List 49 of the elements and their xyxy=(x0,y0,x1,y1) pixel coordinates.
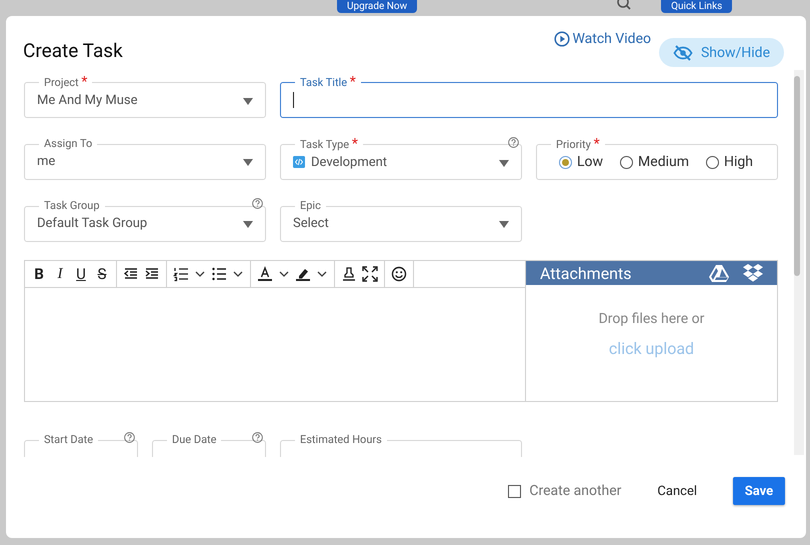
cancel-button[interactable]: Cancel xyxy=(649,478,705,504)
select-field[interactable]: Task Group Default Task Group xyxy=(24,200,266,242)
radio-group: Priority * Low Medium High xyxy=(536,138,778,180)
upgrade-button[interactable]: Upgrade Now xyxy=(337,0,418,13)
help-icon[interactable] xyxy=(252,432,263,443)
radio-option[interactable]: High xyxy=(706,154,753,170)
create-another-checkbox[interactable]: Create another xyxy=(508,483,622,499)
quick-links-button[interactable]: Quick Links xyxy=(661,0,732,13)
help-icon[interactable] xyxy=(508,137,519,148)
text-color-icon[interactable] xyxy=(257,266,273,282)
bold-button[interactable]: B xyxy=(31,266,47,282)
emoji-icon[interactable] xyxy=(391,266,407,282)
italic-button[interactable]: I xyxy=(52,266,68,282)
select-field[interactable]: Project * Me And My Muse xyxy=(24,76,266,118)
fullscreen-icon[interactable] xyxy=(362,266,378,282)
bullet-list-icon[interactable] xyxy=(211,266,227,282)
box-icon[interactable] xyxy=(743,264,763,282)
stamp-icon[interactable] xyxy=(341,266,357,282)
select-field[interactable]: Assign To me xyxy=(24,138,266,180)
help-icon[interactable] xyxy=(252,198,263,209)
scrollbar[interactable] xyxy=(794,70,804,455)
drop-hint: Drop files here or xyxy=(598,310,704,326)
input-field[interactable]: Task Title * xyxy=(280,76,778,118)
strike-button[interactable]: S xyxy=(94,266,110,282)
dropdown-arrow-icon[interactable] xyxy=(243,159,253,166)
numbered-list-icon[interactable] xyxy=(173,266,189,282)
eye-slash-icon xyxy=(672,44,693,60)
dropdown-arrow-icon[interactable] xyxy=(243,221,253,228)
underline-button[interactable]: U xyxy=(73,266,89,282)
help-icon[interactable] xyxy=(124,432,135,443)
radio-option[interactable]: Low xyxy=(559,154,604,170)
input-field[interactable]: Due Date xyxy=(152,434,266,457)
dropdown-arrow-icon[interactable] xyxy=(499,160,509,166)
highlighter-icon[interactable] xyxy=(295,266,311,282)
play-icon xyxy=(554,31,570,47)
watch-video-link[interactable]: Watch Video xyxy=(554,31,651,47)
save-button[interactable]: Save xyxy=(733,477,785,505)
triangle-icon[interactable] xyxy=(709,264,729,282)
input-field[interactable]: Start Date xyxy=(24,434,138,457)
search-icon[interactable] xyxy=(617,0,632,10)
select-field[interactable]: Epic Select xyxy=(280,200,522,242)
select-field[interactable]: Task Type * Development xyxy=(280,138,522,180)
text-editor[interactable]: B I U S xyxy=(24,260,526,402)
attachments-title: Attachments xyxy=(540,264,633,282)
input-field[interactable]: Estimated Hours xyxy=(280,434,522,457)
dropdown-arrow-icon[interactable] xyxy=(243,98,253,104)
dropdown-arrow-icon[interactable] xyxy=(499,221,509,228)
radio-option[interactable]: Medium xyxy=(620,154,689,170)
dialog-title: Create Task xyxy=(23,39,124,62)
